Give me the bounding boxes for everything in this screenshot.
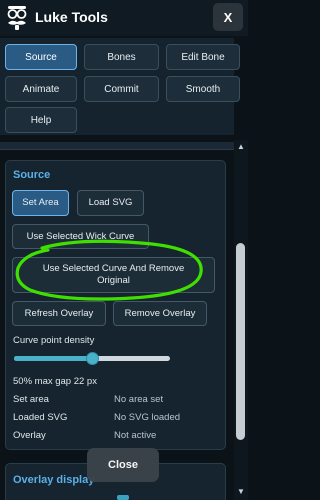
slider-thumb[interactable] xyxy=(86,352,99,365)
curve-density-readout: 50% max gap 22 px xyxy=(13,376,97,387)
tab-smooth[interactable]: Smooth xyxy=(166,76,240,102)
slider-fill xyxy=(14,356,92,361)
source-section-title: Source xyxy=(13,169,51,181)
loaded-svg-status-label: Loaded SVG xyxy=(13,412,68,423)
set-area-status-value: No area set xyxy=(114,394,164,405)
overlay-status-value: Not active xyxy=(114,430,157,441)
remove-overlay-button[interactable]: Remove Overlay xyxy=(113,301,207,326)
tab-bar: Source Bones Edit Bone Animate Commit Sm… xyxy=(0,38,240,135)
use-selected-wick-curve-button[interactable]: Use Selected Wick Curve xyxy=(12,224,149,249)
tab-help[interactable]: Help xyxy=(5,107,77,133)
overlay-control-handle xyxy=(117,495,129,500)
tab-commit[interactable]: Commit xyxy=(84,76,159,102)
scroll-up-icon[interactable]: ▲ xyxy=(237,143,245,151)
loaded-svg-status-value: No SVG loaded xyxy=(114,412,181,423)
tab-bones[interactable]: Bones xyxy=(84,44,159,70)
set-area-button[interactable]: Set Area xyxy=(12,190,69,216)
scroll-down-icon[interactable]: ▼ xyxy=(237,488,245,496)
glasses-mustache-logo-icon xyxy=(7,6,27,30)
tab-edit-bone[interactable]: Edit Bone xyxy=(166,44,240,70)
app-title: Luke Tools xyxy=(35,9,108,25)
tab-source[interactable]: Source xyxy=(5,44,77,70)
overlay-status-label: Overlay xyxy=(13,430,46,441)
tabs-divider xyxy=(0,142,234,150)
use-selected-curve-remove-original-button[interactable]: Use Selected Curve And Remove Original xyxy=(12,257,215,293)
scroll-thumb[interactable] xyxy=(236,243,245,440)
close-window-button[interactable]: X xyxy=(213,3,243,31)
set-area-status-label: Set area xyxy=(13,394,49,405)
close-button[interactable]: Close xyxy=(87,448,159,482)
curve-density-slider[interactable] xyxy=(14,352,170,365)
refresh-overlay-button[interactable]: Refresh Overlay xyxy=(12,301,106,326)
title-bar: Luke Tools X xyxy=(0,0,248,36)
overlay-display-title: Overlay display xyxy=(13,474,95,486)
tab-animate[interactable]: Animate xyxy=(5,76,77,102)
scrollbar[interactable]: ▲ ▼ xyxy=(234,140,248,500)
curve-density-label: Curve point density xyxy=(13,335,95,346)
load-svg-button[interactable]: Load SVG xyxy=(77,190,144,216)
